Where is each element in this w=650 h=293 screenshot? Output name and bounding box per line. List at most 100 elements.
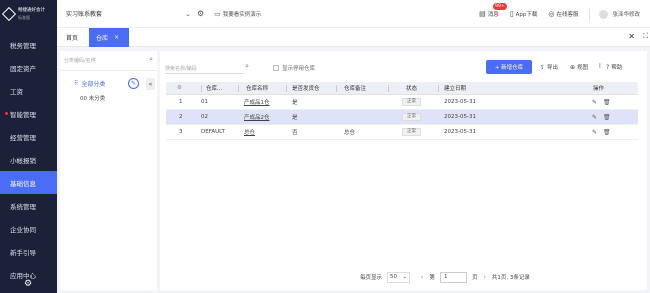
help-button[interactable]: ? 帮助: [606, 63, 622, 72]
tree-root[interactable]: ⠿ 全部分类: [74, 79, 105, 88]
sidebar-item-smart[interactable]: 智能管理: [0, 102, 57, 125]
view-label: 视图: [577, 65, 589, 71]
status-badge: 正常: [402, 113, 421, 121]
row-name-link[interactable]: 总仓: [244, 125, 255, 139]
edit-icon[interactable]: ✎: [592, 114, 597, 121]
warehouse-search-placeholder: 搜索名称/编码: [165, 66, 197, 72]
sidebar-item-business[interactable]: 经营管理: [0, 125, 57, 148]
table-row[interactable]: 1 01 产成品1仓 是 正常 2023-05-31 ✎ 🗑: [166, 95, 638, 110]
per-page-label: 每页显示: [360, 275, 383, 281]
account-select[interactable]: 实习账系教套 ⌄: [66, 9, 191, 19]
account-name: 实习账系教套: [66, 11, 103, 18]
edit-category-icon[interactable]: ✎: [128, 78, 139, 89]
table-row[interactable]: 3 DEFAULT 总仓 否 总仓 正常 2023-05-31 ✎ 🗑: [166, 125, 638, 140]
sidebar-item-tax[interactable]: 税务管理: [0, 33, 57, 56]
page-value: 1: [443, 274, 448, 280]
table-header: ⚙ 仓库... 仓库名称 是否发货仓 仓库备注 状态 建立日期 操作: [166, 82, 638, 95]
app-download-label: App下载: [515, 12, 538, 18]
header-code[interactable]: 仓库...: [206, 82, 222, 94]
next-page-icon[interactable]: ›: [483, 274, 485, 281]
sidebar-item-label: 智能管理: [10, 110, 36, 119]
messages-button[interactable]: ▤ 消息 99+: [479, 3, 507, 18]
add-warehouse-button[interactable]: + 新增仓库: [486, 60, 532, 74]
column-divider: [438, 85, 439, 92]
column-divider: [238, 85, 239, 92]
logo[interactable]: 畅捷通好会计 标准版: [0, 0, 57, 28]
warehouse-panel: 搜索名称/编码 ⌕ 显示停用仓库 + 新增仓库 ⇪ 导出 ⊕ 视图 | ? 帮助 ⚙ …: [160, 51, 647, 290]
tree-icon: ⠿: [74, 80, 79, 87]
view-button[interactable]: ⊕ 视图: [570, 63, 589, 72]
row-is-ship: 是: [292, 100, 298, 106]
collapse-icon[interactable]: «: [146, 78, 155, 90]
header-name[interactable]: 仓库名称: [246, 82, 268, 94]
tab-warehouse[interactable]: 仓库 ×: [89, 28, 129, 47]
logo-subtitle: 标准版: [18, 15, 30, 20]
message-icon: ▤: [479, 10, 486, 18]
topbar: 实习账系教套 ⌄ ⚙ ▭ 我要看实例演示 ▤ 消息 99+ ▯ App下载 ◎ …: [57, 0, 650, 28]
warehouse-search-input[interactable]: 搜索名称/编码 ⌕: [165, 61, 249, 74]
sidebar-item-basic-info[interactable]: 基础信息: [0, 171, 57, 194]
settings-column-icon[interactable]: ⚙: [177, 82, 182, 94]
row-is-ship: 是: [292, 115, 298, 121]
prev-page-icon[interactable]: ‹: [421, 274, 423, 281]
sidebar-item-payroll[interactable]: 工资: [0, 79, 57, 102]
export-button[interactable]: ⇪ 导出: [540, 63, 558, 72]
sidebar-item-system[interactable]: 系统管理: [0, 194, 57, 217]
show-disabled-checkbox[interactable]: 显示停用仓库: [273, 64, 315, 72]
sidebar-item-label: 小帐报销: [10, 156, 36, 165]
export-icon: ⇪: [540, 63, 546, 71]
header-status[interactable]: 状态: [406, 82, 417, 94]
sidebar-item-guide[interactable]: 新手引导: [0, 240, 57, 263]
online-service-button[interactable]: ◎ 在线客服: [548, 10, 578, 18]
sidebar-item-expense[interactable]: 小帐报销: [0, 148, 57, 171]
category-search[interactable]: 分类编码/名称 ⌕: [60, 51, 157, 71]
status-badge: 正常: [402, 98, 421, 106]
monitor-icon: ▭: [214, 9, 221, 18]
header-date[interactable]: 建立日期: [444, 82, 466, 94]
header-is-ship[interactable]: 是否发货仓: [292, 82, 320, 94]
demo-link[interactable]: ▭ 我要看实例演示: [214, 10, 261, 18]
gear-icon[interactable]: ⚙: [197, 9, 204, 18]
fullscreen-icon[interactable]: ⛶: [643, 32, 648, 41]
delete-icon[interactable]: 🗑: [603, 114, 611, 121]
tab-close-icon[interactable]: ×: [114, 34, 119, 41]
tree-item[interactable]: 00 未分类: [80, 94, 105, 102]
edit-icon[interactable]: ✎: [592, 129, 597, 136]
row-name-link[interactable]: 产成品2仓: [244, 110, 270, 124]
delete-icon[interactable]: 🗑: [603, 99, 611, 106]
close-icon[interactable]: ✕: [628, 32, 635, 41]
tab-warehouse-label: 仓库: [96, 35, 109, 42]
divider: |: [599, 63, 601, 69]
sidebar-item-label: 企业协同: [10, 225, 36, 234]
delete-icon[interactable]: 🗑: [603, 129, 611, 136]
search-icon[interactable]: ⌕: [245, 62, 249, 71]
sidebar-item-label: 新手引导: [10, 248, 36, 257]
user-menu[interactable]: 张泽华修改: [599, 9, 640, 19]
settings-icon[interactable]: ⚙: [24, 279, 32, 289]
row-date: 2023-05-31: [444, 129, 476, 135]
avatar: [599, 9, 609, 19]
pagination: 每页显示 50 ⌄ ‹ 第 1 页 › 共1页, 3条记录: [360, 271, 530, 283]
sidebar-item-fixed-assets[interactable]: 固定资产: [0, 56, 57, 79]
online-service-label: 在线客服: [556, 12, 579, 18]
edit-icon[interactable]: ✎: [592, 99, 597, 106]
logo-title: 畅捷通好会计: [18, 8, 45, 13]
page-input[interactable]: 1: [439, 271, 467, 283]
warehouse-table: ⚙ 仓库... 仓库名称 是否发货仓 仓库备注 状态 建立日期 操作 1 01 …: [166, 82, 638, 140]
per-page-select[interactable]: 50 ⌄: [387, 271, 411, 283]
search-icon[interactable]: ⌕: [149, 55, 153, 64]
sidebar: 畅捷通好会计 标准版 税务管理 固定资产 工资 智能管理 经营管理 小帐报销 基…: [0, 0, 57, 293]
sidebar-item-collab[interactable]: 企业协同: [0, 217, 57, 240]
header-remark[interactable]: 仓库备注: [344, 82, 366, 94]
tab-home-label: 首页: [66, 35, 79, 42]
row-name-link[interactable]: 产成品1仓: [244, 95, 270, 109]
tab-home[interactable]: 首页: [66, 28, 78, 47]
sidebar-item-label: 固定资产: [10, 64, 36, 73]
row-index: 2: [179, 114, 183, 120]
table-row[interactable]: 2 02 产成品2仓 是 正常 2023-05-31 ✎ 🗑: [166, 110, 638, 125]
category-search-placeholder: 分类编码/名称: [64, 58, 96, 64]
sidebar-item-label: 基础信息: [10, 179, 36, 188]
row-index: 1: [179, 99, 183, 105]
app-download-button[interactable]: ▯ App下载: [510, 10, 538, 18]
view-icon: ⊕: [570, 63, 576, 71]
